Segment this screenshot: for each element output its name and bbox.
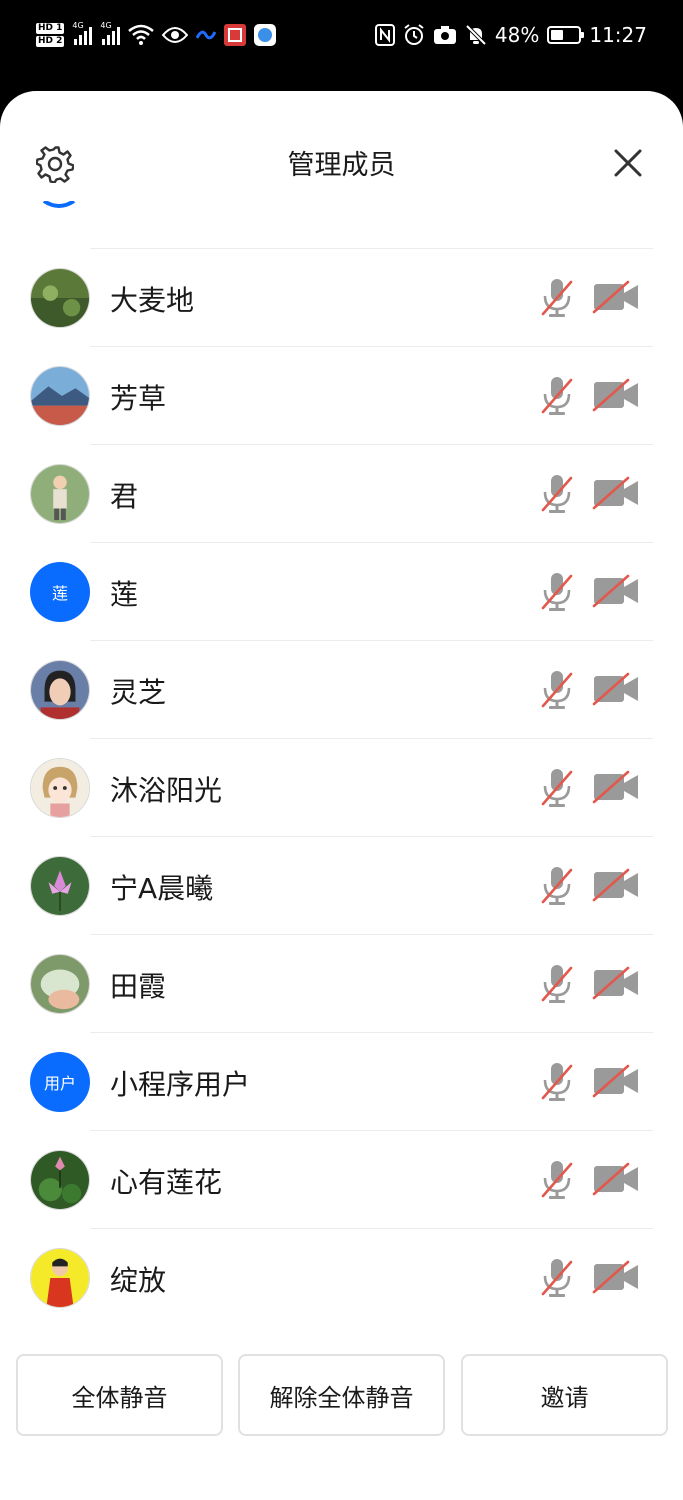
hd1-label: HD 1 (36, 23, 65, 34)
mic-muted-icon[interactable] (540, 766, 574, 808)
member-row[interactable]: 心有莲花 (0, 1131, 683, 1229)
camera-off-icon[interactable] (592, 1064, 640, 1098)
eye-icon (162, 27, 189, 43)
member-name: 莲 (110, 578, 139, 611)
member-row[interactable]: 灵芝 (0, 641, 683, 739)
member-row[interactable]: 宁A晨曦 (0, 837, 683, 935)
browser-icon (254, 24, 277, 46)
mic-muted-icon[interactable] (540, 1256, 574, 1298)
member-name: 君 (110, 480, 139, 513)
mic-muted-icon[interactable] (540, 276, 574, 318)
member-row[interactable]: 用户 小程序用户 (0, 1033, 683, 1131)
avatar-initials: 莲 (51, 584, 68, 603)
member-row[interactable]: 芳草 (0, 347, 683, 445)
mic-muted-icon[interactable] (540, 668, 574, 710)
member-name: 灵芝 (110, 676, 167, 709)
signal-1-icon: 4G (72, 21, 93, 45)
member-row[interactable]: 绽放 (0, 1229, 683, 1324)
avatar (30, 1150, 90, 1210)
member-row[interactable]: 君 (0, 445, 683, 543)
page-title: 管理成员 (287, 150, 396, 181)
member-name: 芳草 (110, 382, 167, 415)
avatar (30, 660, 90, 720)
alarm-icon (404, 24, 424, 45)
avatar (30, 856, 90, 916)
camera-off-icon[interactable] (592, 476, 640, 510)
mic-muted-icon[interactable] (540, 1158, 574, 1200)
mic-muted-icon[interactable] (540, 570, 574, 612)
mic-muted-icon[interactable] (540, 472, 574, 514)
avatar (30, 1248, 90, 1308)
wifi-icon (128, 24, 155, 45)
battery-icon (547, 26, 585, 44)
app-icon-red (224, 24, 247, 46)
camera-off-icon[interactable] (592, 1162, 640, 1196)
net1-label: 4G (72, 21, 84, 30)
avatar: 用户 (30, 1052, 90, 1112)
invite-button[interactable]: 邀请 (461, 1354, 668, 1436)
status-bar: HD 1 HD 2 4G 4G 48% 11:27 (0, 0, 683, 70)
member-name: 沐浴阳光 (110, 774, 223, 807)
member-name: 田霞 (110, 970, 167, 1003)
mic-muted-icon[interactable] (540, 864, 574, 906)
member-row[interactable]: 莲莲 (0, 543, 683, 641)
camera-off-icon[interactable] (592, 1260, 640, 1294)
member-name: 心有莲花 (110, 1166, 223, 1199)
mic-muted-icon[interactable] (540, 374, 574, 416)
avatar (30, 954, 90, 1014)
camera-off-icon[interactable] (592, 280, 640, 314)
avatar (30, 758, 90, 818)
camera-icon (433, 26, 456, 44)
camera-off-icon[interactable] (592, 868, 640, 902)
nfc-icon (374, 24, 395, 46)
member-name: 大麦地 (110, 284, 195, 317)
avatar-initials: 用户 (43, 1074, 76, 1093)
hd-indicator: HD 1 HD 2 (36, 23, 65, 47)
hd2-label: HD 2 (36, 36, 65, 47)
unmute-all-button[interactable]: 解除全体静音 (238, 1354, 445, 1436)
member-list[interactable]: 大麦地 芳草君莲莲灵芝 沐浴阳光 宁A晨曦 田霞 用户 小程序用户 心有莲花 绽放 (0, 203, 683, 1324)
avatar: 莲 (30, 562, 90, 622)
member-name: 绽放 (110, 1264, 167, 1297)
mic-muted-icon[interactable] (540, 1060, 574, 1102)
mute-bell-icon (465, 24, 487, 46)
member-name: 小程序用户 (110, 1068, 251, 1101)
camera-off-icon[interactable] (592, 672, 640, 706)
app-icon-blue (196, 30, 217, 40)
member-row[interactable]: 大麦地 (0, 249, 683, 347)
member-row[interactable]: 田霞 (0, 935, 683, 1033)
camera-off-icon[interactable] (592, 378, 640, 412)
net2-label: 4G (100, 21, 112, 30)
camera-off-icon[interactable] (592, 574, 640, 608)
status-bar-right: 48% 11:27 (374, 18, 647, 52)
manage-members-sheet: 管理成员 大麦地 芳草君莲莲灵芝 沐浴阳光 宁A晨曦 田霞 用户 小程序用户 心有莲花 绽放 全… (0, 91, 683, 1500)
avatar (30, 464, 90, 524)
footer-actions: 全体静音 解除全体静音 邀请 (0, 1344, 683, 1444)
close-icon[interactable] (612, 147, 644, 179)
member-name: 宁A晨曦 (110, 872, 214, 905)
clock: 11:27 (589, 23, 647, 47)
avatar (30, 366, 90, 426)
battery-percent: 48% (494, 23, 540, 47)
mic-muted-icon[interactable] (540, 962, 574, 1004)
member-row[interactable]: 沐浴阳光 (0, 739, 683, 837)
signal-2-icon: 4G (100, 21, 121, 45)
camera-off-icon[interactable] (592, 770, 640, 804)
camera-off-icon[interactable] (592, 966, 640, 1000)
status-bar-left: HD 1 HD 2 4G 4G (36, 16, 277, 54)
avatar (30, 268, 90, 328)
mute-all-button[interactable]: 全体静音 (16, 1354, 223, 1436)
